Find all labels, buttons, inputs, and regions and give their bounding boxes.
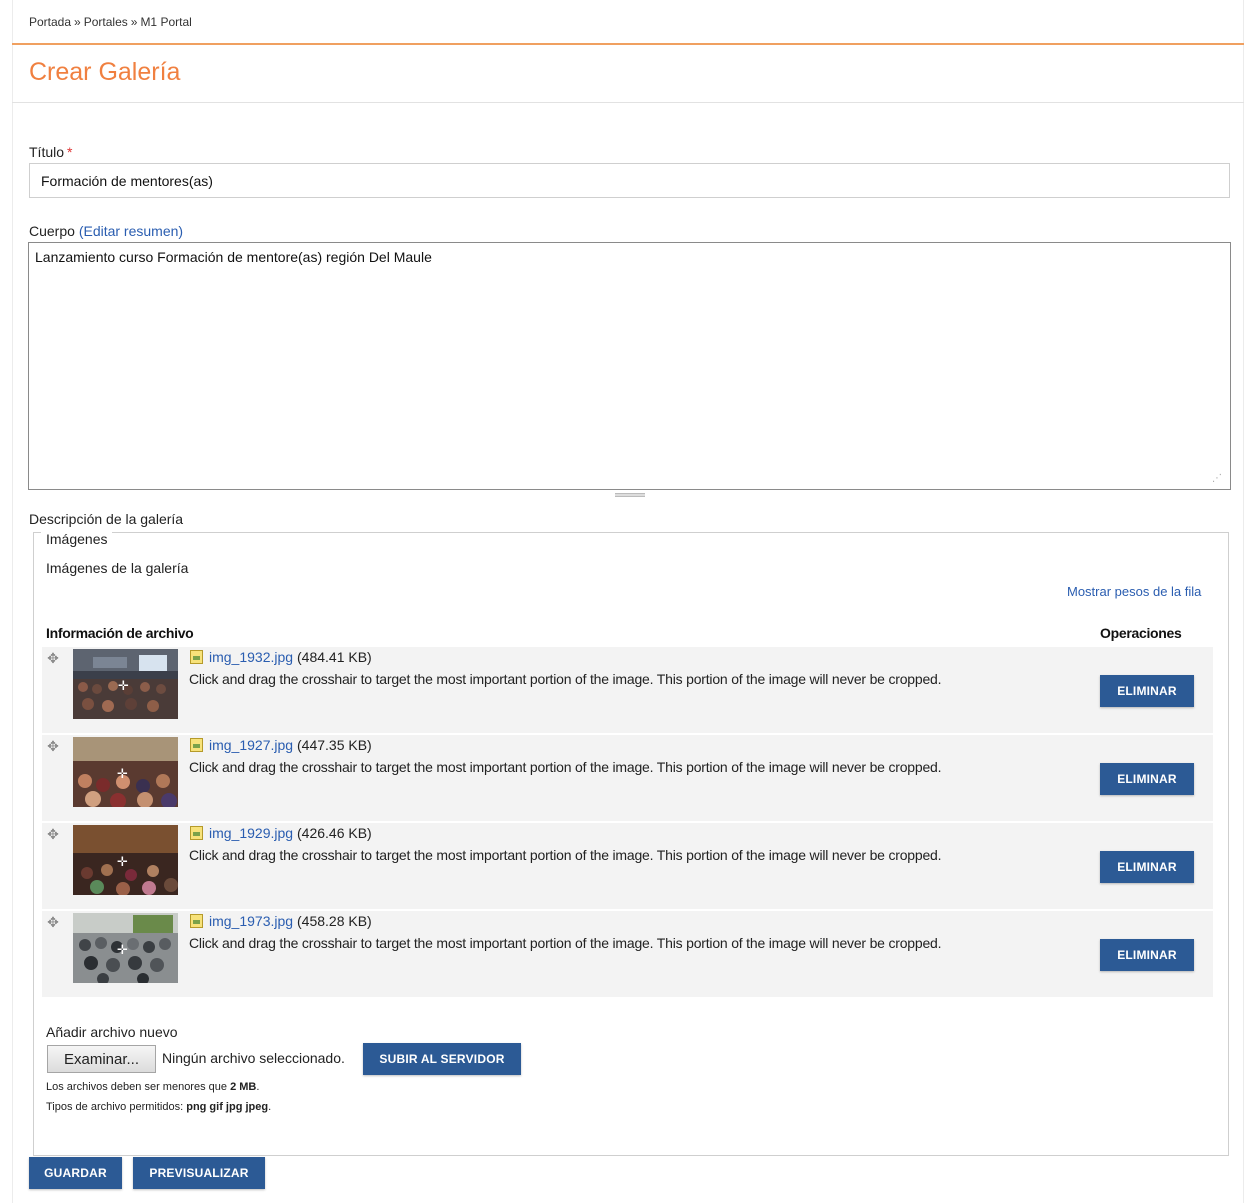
crosshair-icon[interactable]: ✛ xyxy=(117,943,128,956)
image-file-icon xyxy=(190,650,203,664)
title-label: Título * xyxy=(29,144,72,160)
preview-button[interactable]: PREVISUALIZAR xyxy=(133,1157,265,1189)
table-row: ✥ ✛ img_1973.jpg (458.28 KB) Click and d… xyxy=(42,911,1213,997)
resize-handle-icon[interactable]: ⋰ xyxy=(1212,474,1224,486)
upload-button[interactable]: SUBIR AL SERVIDOR xyxy=(363,1043,521,1075)
file-link[interactable]: img_1932.jpg xyxy=(209,649,293,665)
image-file-icon xyxy=(190,738,203,752)
breadcrumb-portales[interactable]: Portales xyxy=(84,15,128,29)
crop-hint: Click and drag the crosshair to target t… xyxy=(189,935,942,951)
breadcrumb-separator: » xyxy=(130,15,138,29)
edit-summary-link[interactable]: (Editar resumen) xyxy=(79,223,183,239)
file-types-note: Tipos de archivo permitidos: png gif jpg… xyxy=(46,1101,272,1113)
delete-button[interactable]: ELIMINAR xyxy=(1100,675,1194,707)
file-size-limit: 2 MB xyxy=(230,1081,257,1093)
file-size: (426.46 KB) xyxy=(297,825,372,841)
crop-hint: Click and drag the crosshair to target t… xyxy=(189,671,942,687)
delete-button[interactable]: ELIMINAR xyxy=(1100,763,1194,795)
file-size: (447.35 KB) xyxy=(297,737,372,753)
gallery-description-label: Descripción de la galería xyxy=(29,511,184,527)
crosshair-icon[interactable]: ✛ xyxy=(117,767,128,780)
add-new-file-label: Añadir archivo nuevo xyxy=(46,1024,178,1040)
breadcrumb-home[interactable]: Portada xyxy=(29,15,71,29)
file-size: (484.41 KB) xyxy=(297,649,372,665)
title-label-text: Título xyxy=(29,144,65,160)
crop-hint: Click and drag the crosshair to target t… xyxy=(189,759,942,775)
image-file-icon xyxy=(190,914,203,928)
body-label-text: Cuerpo xyxy=(29,223,75,239)
image-thumbnail[interactable]: ✛ xyxy=(73,737,178,807)
image-thumbnail[interactable]: ✛ xyxy=(73,649,178,719)
browse-button[interactable]: Examinar... xyxy=(47,1045,156,1073)
textarea-grippie[interactable] xyxy=(615,493,645,497)
show-row-weights-link[interactable]: Mostrar pesos de la fila xyxy=(1067,584,1201,599)
column-header-file-info: Información de archivo xyxy=(46,625,194,641)
title-input[interactable] xyxy=(29,163,1230,198)
image-file-icon xyxy=(190,826,203,840)
required-marker: * xyxy=(67,144,73,160)
image-thumbnail[interactable]: ✛ xyxy=(73,825,178,895)
breadcrumb-m1-portal[interactable]: M1 Portal xyxy=(140,15,191,29)
table-row: ✥ ✛ img_1929.jpg (426.46 KB) Click and d… xyxy=(42,823,1213,909)
file-types-list: png gif jpg jpeg xyxy=(186,1101,269,1113)
header-divider xyxy=(12,43,1244,45)
crop-hint: Click and drag the crosshair to target t… xyxy=(189,847,942,863)
drag-handle-icon[interactable]: ✥ xyxy=(46,739,60,753)
drag-handle-icon[interactable]: ✥ xyxy=(46,651,60,665)
file-size-note-text: Los archivos deben ser menores que xyxy=(46,1081,227,1093)
file-types-note-text: Tipos de archivo permitidos: xyxy=(46,1101,184,1113)
title-divider xyxy=(12,102,1244,103)
page-title: Crear Galería xyxy=(29,58,181,86)
file-link[interactable]: img_1973.jpg xyxy=(209,913,293,929)
delete-button[interactable]: ELIMINAR xyxy=(1100,939,1194,971)
table-row: ✥ ✛ img_1927.jpg (447.35 KB) Click and d… xyxy=(42,735,1213,821)
drag-handle-icon[interactable]: ✥ xyxy=(46,827,60,841)
file-link[interactable]: img_1929.jpg xyxy=(209,825,293,841)
table-row: ✥ ✛ img_1932.jpg (484.41 KB) Click and d… xyxy=(42,647,1213,733)
delete-button[interactable]: ELIMINAR xyxy=(1100,851,1194,883)
breadcrumb-separator: » xyxy=(74,15,81,29)
crosshair-icon[interactable]: ✛ xyxy=(118,679,129,692)
body-textarea[interactable]: Lanzamiento curso Formación de mentore(a… xyxy=(28,242,1231,490)
file-link[interactable]: img_1927.jpg xyxy=(209,737,293,753)
image-thumbnail[interactable]: ✛ xyxy=(73,913,178,983)
no-file-selected-label: Ningún archivo seleccionado. xyxy=(162,1050,345,1066)
save-button[interactable]: GUARDAR xyxy=(29,1157,122,1189)
file-size: (458.28 KB) xyxy=(297,913,372,929)
column-header-operations: Operaciones xyxy=(1100,625,1182,641)
gallery-images-label: Imágenes de la galería xyxy=(46,560,189,576)
breadcrumb: Portada» Portales» M1 Portal xyxy=(29,15,192,29)
drag-handle-icon[interactable]: ✥ xyxy=(46,915,60,929)
images-legend: Imágenes xyxy=(41,531,113,547)
file-size-note: Los archivos deben ser menores que 2 MB. xyxy=(46,1081,260,1093)
body-label: Cuerpo (Editar resumen) xyxy=(29,223,183,239)
crosshair-icon[interactable]: ✛ xyxy=(117,855,128,868)
